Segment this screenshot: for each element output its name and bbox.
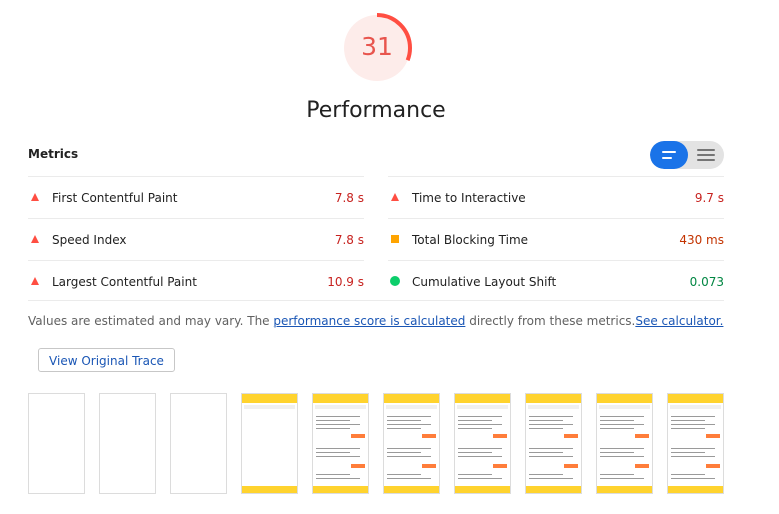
note-text: Values are estimated and may vary. The: [28, 314, 274, 328]
filmstrip-frame: [312, 393, 369, 494]
metrics-header: Metrics: [28, 147, 79, 161]
metric-label: Time to Interactive: [412, 191, 526, 205]
filmstrip-frame: [596, 393, 653, 494]
view-original-trace-button[interactable]: View Original Trace: [38, 348, 175, 372]
metric-first-contentful-paint: First Contentful Paint 7.8 s: [28, 176, 364, 218]
fail-triangle-icon: [31, 235, 39, 243]
metric-speed-index: Speed Index 7.8 s: [28, 218, 364, 260]
metric-value: 7.8 s: [334, 233, 364, 247]
metric-total-blocking-time: Total Blocking Time 430 ms: [388, 218, 724, 260]
fail-triangle-icon: [31, 277, 39, 285]
metric-label: Total Blocking Time: [412, 233, 529, 247]
metric-label: Largest Contentful Paint: [52, 275, 197, 289]
metrics-note: Values are estimated and may vary. The p…: [28, 313, 723, 329]
expanded-view-button[interactable]: [688, 141, 724, 169]
metric-label: Cumulative Layout Shift: [412, 275, 557, 289]
metric-value: 10.9 s: [327, 275, 364, 289]
metric-cumulative-layout-shift: Cumulative Layout Shift 0.073: [388, 260, 724, 302]
filmstrip-frame: [28, 393, 85, 494]
pass-circle-icon: [390, 276, 400, 286]
fail-triangle-icon: [31, 193, 39, 201]
metric-label: First Contentful Paint: [52, 191, 178, 205]
metric-largest-contentful-paint: Largest Contentful Paint 10.9 s: [28, 260, 364, 302]
filmstrip-frame: [383, 393, 440, 494]
filmstrip-frame: [667, 393, 724, 494]
note-text: directly from these metrics.: [465, 314, 636, 328]
list-lines-icon: [662, 151, 676, 153]
filmstrip-frame: [241, 393, 298, 494]
metric-label: Speed Index: [52, 233, 127, 247]
fail-triangle-icon: [391, 193, 399, 201]
score-value: 31: [361, 32, 393, 61]
score-calculated-link[interactable]: performance score is calculated: [273, 314, 465, 328]
metric-value: 7.8 s: [334, 191, 364, 205]
filmstrip-frame: [454, 393, 511, 494]
filmstrip-frame: [525, 393, 582, 494]
expanded-lines-icon: [697, 149, 715, 151]
metric-value: 430 ms: [679, 233, 724, 247]
filmstrip-frame: [99, 393, 156, 494]
metric-value: 0.073: [689, 275, 724, 289]
category-title: Performance: [306, 98, 446, 123]
metrics-view-toggle[interactable]: [650, 141, 724, 169]
list-view-button[interactable]: [650, 141, 688, 169]
filmstrip-frame: [170, 393, 227, 494]
metrics-divider: [28, 300, 724, 301]
average-square-icon: [391, 235, 399, 243]
metric-value: 9.7 s: [694, 191, 724, 205]
metric-time-to-interactive: Time to Interactive 9.7 s: [388, 176, 724, 218]
see-calculator-link[interactable]: See calculator.: [635, 314, 723, 328]
